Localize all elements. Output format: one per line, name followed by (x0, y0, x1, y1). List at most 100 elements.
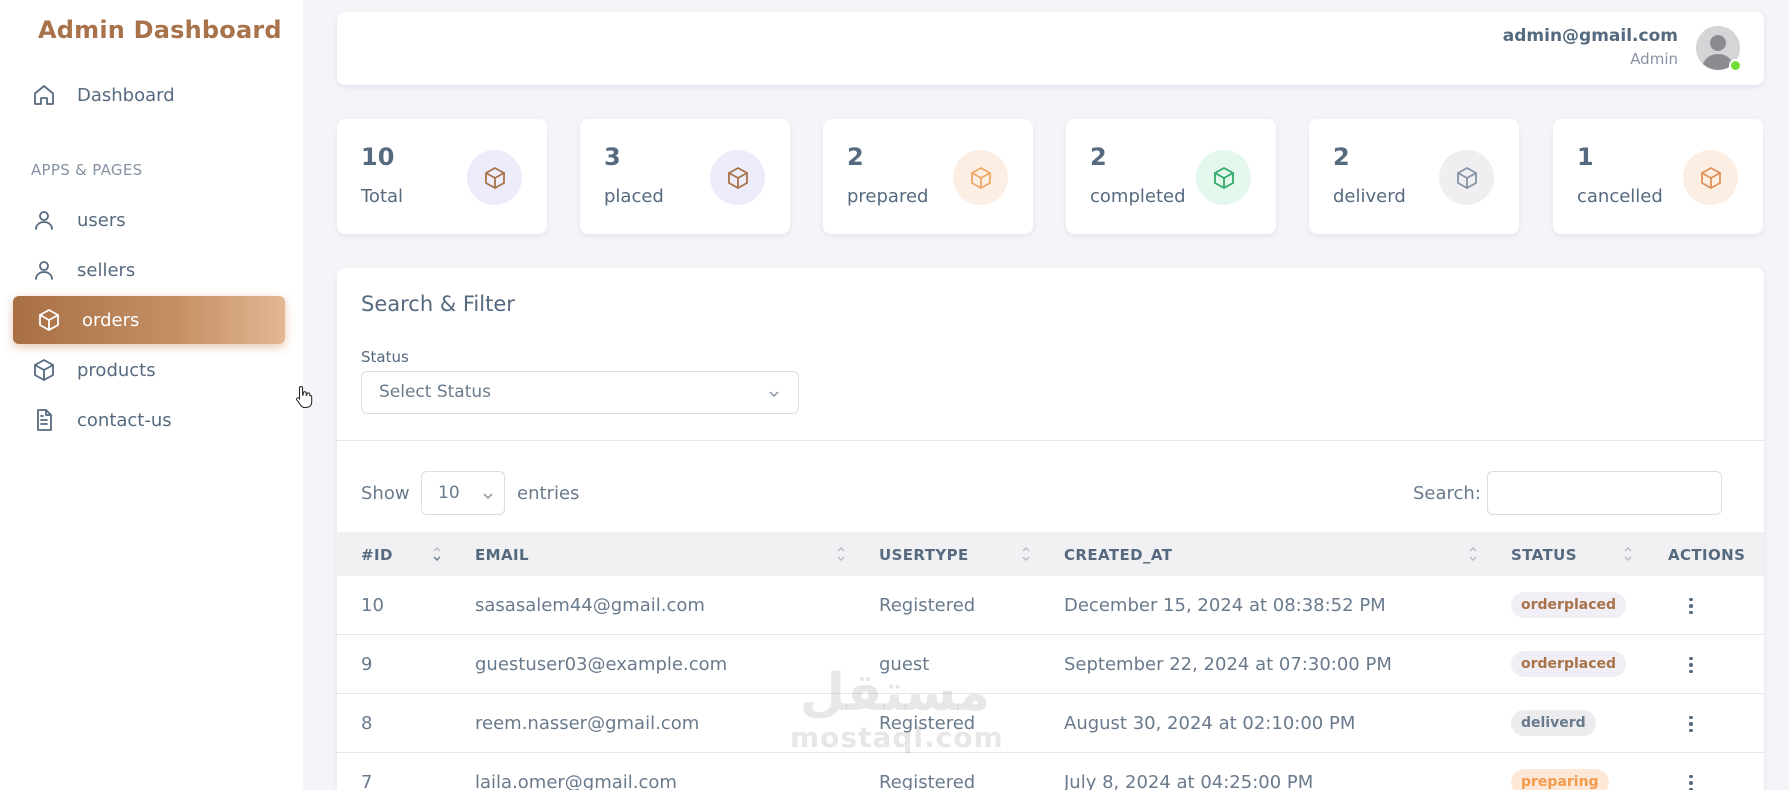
status-badge: orderplaced (1511, 651, 1627, 677)
stat-value: 1 (1577, 143, 1594, 171)
cell-created-at: September 22, 2024 at 07:30:00 PM (1064, 654, 1392, 675)
sidebar-item-label: sellers (77, 259, 136, 281)
sidebar-item-dashboard[interactable]: Dashboard (13, 71, 285, 119)
cell-email: laila.omer@gmail.com (475, 772, 677, 790)
cell-usertype: guest (879, 654, 930, 675)
stat-value: 3 (604, 143, 621, 171)
cell-usertype: Registered (879, 713, 976, 734)
table-header: #ID EMAIL USERTYPE CREATED_AT STATUS ACT… (337, 532, 1764, 576)
search-label: Search: (1413, 483, 1481, 504)
table-row: 7 laila.omer@gmail.com Registered July 8… (337, 753, 1764, 790)
stat-value: 2 (1333, 143, 1350, 171)
sort-icon[interactable] (1021, 543, 1031, 565)
sidebar-item-label: Dashboard (77, 84, 175, 106)
show-label: Show (361, 483, 410, 504)
cell-created-at: July 8, 2024 at 04:25:00 PM (1064, 772, 1314, 790)
cell-email: guestuser03@example.com (475, 654, 728, 675)
sidebar-item-contact-us[interactable]: contact-us (13, 396, 285, 444)
sidebar-item-label: products (77, 359, 156, 381)
stat-card-placed: 3 placed (580, 119, 790, 234)
stat-label: Total (361, 186, 404, 207)
table-row: 8 reem.nasser@gmail.com Registered Augus… (337, 694, 1764, 753)
section-header-apps: APPS & PAGES (31, 161, 143, 179)
status-badge: orderplaced (1511, 592, 1627, 618)
brand-title[interactable]: Admin Dashboard (38, 16, 282, 44)
table-row: 10 sasasalem44@gmail.com Registered Dece… (337, 576, 1764, 635)
sort-icon[interactable] (1468, 543, 1478, 565)
sidebar-item-sellers[interactable]: sellers (13, 246, 285, 294)
box-icon (710, 150, 765, 205)
cell-id: 8 (361, 713, 373, 734)
chevron-down-icon (768, 385, 780, 398)
status-badge: deliverd (1511, 710, 1596, 736)
box-icon (1439, 150, 1494, 205)
top-navbar: admin@gmail.com Admin (337, 12, 1764, 85)
status-select[interactable]: Select Status (361, 371, 799, 414)
sort-icon[interactable] (432, 543, 442, 565)
user-email: admin@gmail.com (1502, 26, 1678, 46)
stat-value: 10 (361, 143, 395, 171)
cell-id: 7 (361, 772, 373, 790)
cell-id: 9 (361, 654, 373, 675)
column-header-actions: ACTIONS (1668, 546, 1746, 564)
column-header-email[interactable]: EMAIL (475, 546, 529, 564)
stat-label: placed (604, 186, 664, 207)
table-row: 9 guestuser03@example.com guest Septembe… (337, 635, 1764, 694)
stat-value: 2 (1090, 143, 1107, 171)
sidebar-item-label: contact-us (77, 409, 172, 431)
entries-per-page-select[interactable]: 10 (421, 471, 505, 515)
column-header-usertype[interactable]: USERTYPE (879, 546, 969, 564)
divider (337, 440, 1764, 441)
stat-card-deliverd: 2 deliverd (1309, 119, 1519, 234)
sidebar-item-users[interactable]: users (13, 196, 285, 244)
stat-label: completed (1090, 186, 1186, 207)
column-header-id[interactable]: #ID (361, 546, 393, 564)
user-icon (31, 207, 57, 233)
more-vertical-icon[interactable] (1686, 712, 1696, 736)
user-icon (31, 257, 57, 283)
home-icon (31, 82, 57, 108)
status-select-placeholder: Select Status (379, 382, 492, 402)
chevron-down-icon (482, 487, 494, 500)
stat-value: 2 (847, 143, 864, 171)
stat-card-cancelled: 1 cancelled (1553, 119, 1763, 234)
search-input[interactable] (1487, 471, 1722, 515)
status-badge: preparing (1511, 769, 1609, 790)
hand-cursor-icon (295, 385, 313, 409)
box-icon (36, 307, 62, 333)
sidebar-item-label: orders (82, 309, 140, 331)
sidebar-item-orders[interactable]: orders (13, 296, 285, 344)
column-header-created-at[interactable]: CREATED_AT (1064, 546, 1172, 564)
cell-created-at: August 30, 2024 at 02:10:00 PM (1064, 713, 1356, 734)
box-icon (467, 150, 522, 205)
stat-card-completed: 2 completed (1066, 119, 1276, 234)
box-icon (953, 150, 1008, 205)
entries-label: entries (517, 483, 580, 504)
status-filter-label: Status (361, 348, 409, 366)
cell-created-at: December 15, 2024 at 08:38:52 PM (1064, 595, 1386, 616)
sidebar: Admin Dashboard Dashboard APPS & PAGES u… (0, 0, 303, 790)
sidebar-item-products[interactable]: products (13, 346, 285, 394)
cell-usertype: Registered (879, 595, 976, 616)
more-vertical-icon[interactable] (1686, 653, 1696, 677)
stat-card-total: 10 Total (337, 119, 547, 234)
box-icon (31, 357, 57, 383)
cell-usertype: Registered (879, 772, 976, 790)
stat-label: deliverd (1333, 186, 1406, 207)
online-status-dot (1729, 59, 1742, 72)
cell-email: sasasalem44@gmail.com (475, 595, 705, 616)
box-icon (1683, 150, 1738, 205)
box-icon (1196, 150, 1251, 205)
column-header-status[interactable]: STATUS (1511, 546, 1577, 564)
cell-email: reem.nasser@gmail.com (475, 713, 700, 734)
sidebar-item-label: users (77, 209, 126, 231)
more-vertical-icon[interactable] (1686, 594, 1696, 618)
document-icon (31, 407, 57, 433)
user-role: Admin (1630, 50, 1678, 68)
entries-value: 10 (438, 483, 460, 503)
sort-icon[interactable] (1623, 543, 1633, 565)
more-vertical-icon[interactable] (1686, 771, 1696, 790)
sort-icon[interactable] (836, 543, 846, 565)
panel-title: Search & Filter (361, 292, 515, 316)
stat-label: prepared (847, 186, 929, 207)
